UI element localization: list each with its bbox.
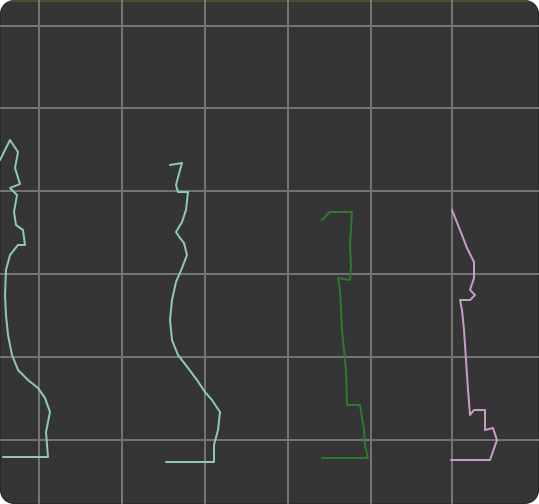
viewport-canvas[interactable] [0, 0, 539, 504]
profile-3-curve[interactable] [321, 211, 369, 459]
profile-2-curve[interactable] [165, 162, 221, 463]
profile-1-curve[interactable] [0, 139, 51, 458]
grid [0, 0, 539, 504]
viewport-drawing[interactable] [0, 0, 539, 504]
profile-4-curve[interactable] [450, 209, 498, 461]
